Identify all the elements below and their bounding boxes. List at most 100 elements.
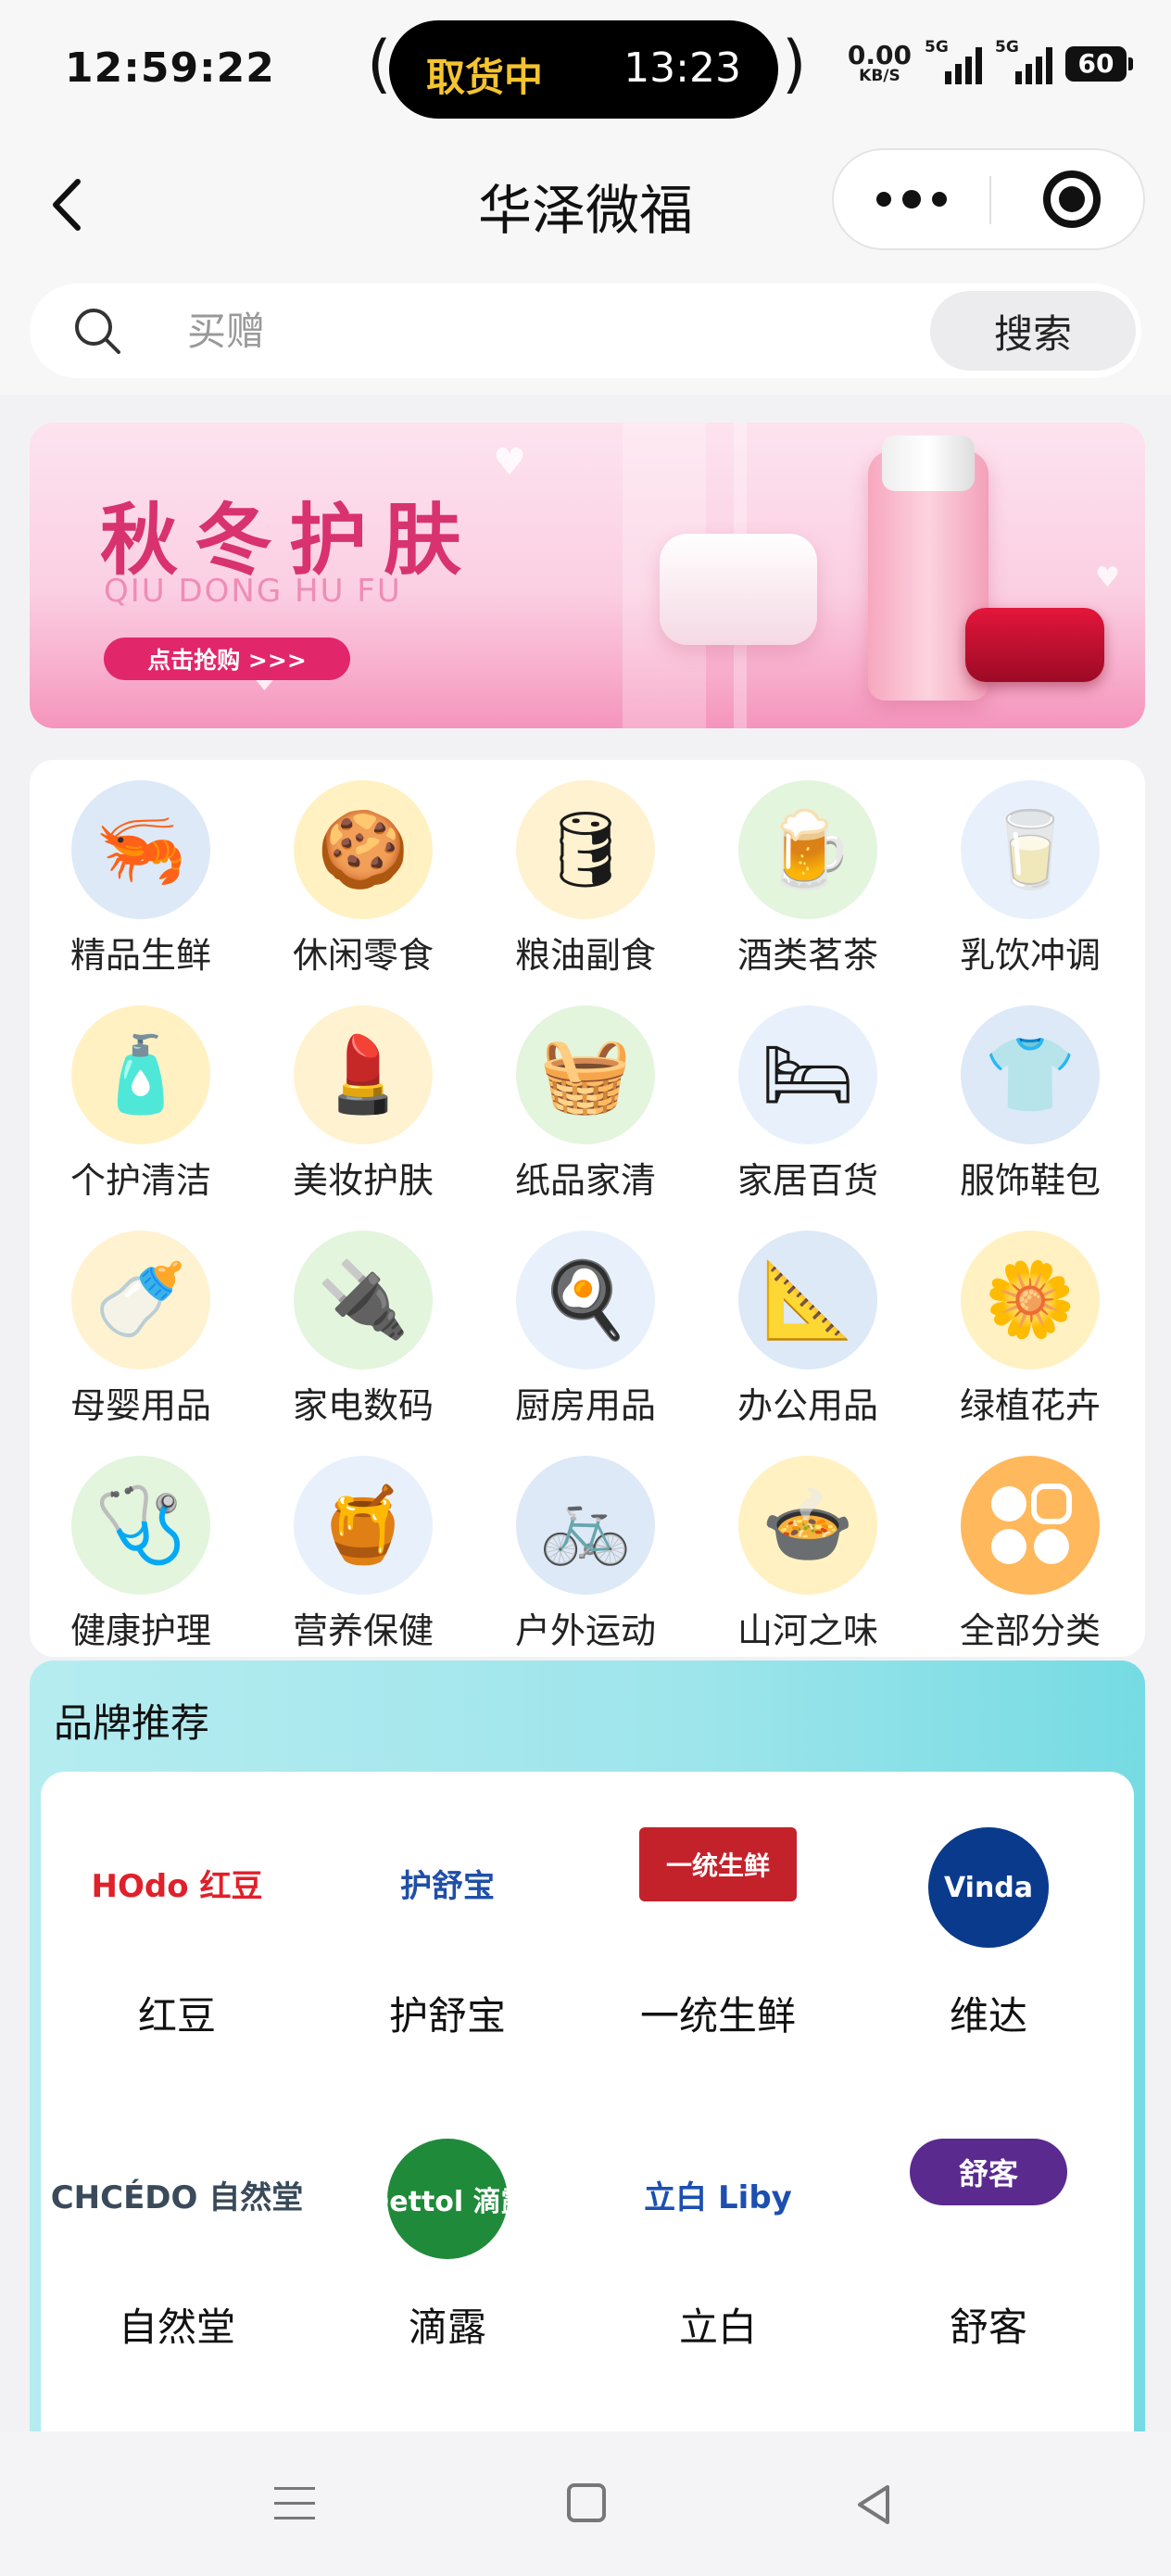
snack-icon: 🍪 (294, 780, 433, 919)
brand-name: 自然堂 (118, 2305, 235, 2350)
search-bar: 搜索 (30, 284, 1141, 378)
category-item[interactable]: 🍯 营养保健 (261, 1445, 465, 1658)
shirt-icon: 👕 (961, 1005, 1100, 1144)
brand-logo-text: Dettol 滴露 (366, 2186, 529, 2218)
category-item[interactable]: 💄 美妆护肤 (261, 994, 465, 1207)
flower-icon: 🌼 (961, 1231, 1100, 1370)
brand-item[interactable]: Vinda 维达 (854, 1772, 1123, 2050)
brand-name: 一统生鲜 (639, 1993, 796, 2039)
category-item[interactable]: 🍪 休闲零食 (261, 769, 465, 982)
category-item[interactable]: 🛢 粮油副食 (484, 769, 687, 982)
brand-logo: 立白 Liby (644, 2139, 792, 2250)
brand-item[interactable]: CHCÉDO 自然堂自然堂 (43, 2083, 311, 2361)
category-item[interactable]: 全部分类 (928, 1445, 1132, 1658)
category-grid: 🦐 精品生鲜 🍪 休闲零食 🛢 粮油副食 🍺 酒类茗茶 🥛 乳饮冲调 🧴 个护清洁 💄 美妆护肤 🧺 纸品家清… (30, 760, 1145, 1657)
brand-item[interactable]: 护舒宝 护舒宝 (313, 1772, 582, 2050)
all-categories-icon (961, 1456, 1100, 1595)
brand-logo: 舒客 (910, 2139, 1067, 2205)
category-item[interactable]: 🛏 家居百货 (706, 994, 910, 1207)
category-label: 精品生鲜 (69, 935, 211, 976)
brand-item[interactable]: HOdo 红豆 红豆 (43, 1772, 311, 2050)
brand-item[interactable]: 立白 Liby 立白 (584, 2083, 852, 2361)
more-icon[interactable] (834, 150, 989, 248)
bicycle-icon: 🚲 (516, 1456, 655, 1595)
category-label: 家电数码 (292, 1385, 434, 1426)
category-item[interactable]: 🩺 健康护理 (39, 1445, 243, 1658)
category-label: 粮油副食 (514, 935, 656, 976)
home-icon[interactable] (567, 2483, 606, 2522)
status-bar: 12:59:22 ( 取货中 13:23 ) 0.00 KB/S 5G 5G 6… (0, 0, 1171, 139)
menu-icon[interactable] (274, 2487, 315, 2524)
banner-cta-button[interactable]: 点击抢购 >>> (104, 638, 350, 680)
signal-icon: 5G (925, 38, 982, 84)
status-indicators: 0.00 KB/S 5G 5G 60 (847, 38, 1133, 85)
baby-icon: 🍼 (71, 1231, 210, 1370)
dynamic-island[interactable]: 取货中 13:23 (389, 20, 778, 119)
seafood-icon: 🦐 (71, 780, 210, 919)
net-speed: 0.00 KB/S (847, 40, 912, 85)
soap-icon: 🧴 (71, 1005, 210, 1144)
brand-name: 立白 (678, 2305, 757, 2350)
brand-name: 舒客 (949, 2305, 1027, 2350)
milk-icon: 🥛 (961, 780, 1100, 919)
brand-item[interactable]: 一统生鲜 一统生鲜 (584, 1772, 852, 2050)
promo-banner[interactable]: ♥ ♥ ♥ 秋冬护肤 QIU DONG HU FU 点击抢购 >>> (30, 423, 1145, 728)
capsule-divider (989, 176, 991, 224)
search-input[interactable] (187, 300, 928, 361)
category-label: 健康护理 (69, 1610, 211, 1651)
category-label: 美妆护肤 (292, 1160, 434, 1201)
brand-logo-text: 舒客 (958, 2156, 1018, 2191)
category-item[interactable]: 👕 服饰鞋包 (928, 994, 1132, 1207)
drink-icon: 🍺 (738, 780, 877, 919)
back-icon[interactable] (852, 2483, 895, 2526)
category-item[interactable]: 🍼 母婴用品 (39, 1219, 243, 1433)
category-label: 家居百货 (737, 1160, 878, 1201)
detergent-icon: 🧺 (516, 1005, 655, 1144)
category-item[interactable]: 🚲 户外运动 (484, 1445, 687, 1658)
nav-bar: 华泽微福 (0, 139, 1171, 269)
heart-icon: ♥ (1095, 562, 1120, 594)
category-item[interactable]: 🦐 精品生鲜 (39, 769, 243, 982)
cosmetic-icon: 💄 (294, 1005, 433, 1144)
category-item[interactable]: 🔌 家电数码 (261, 1219, 465, 1433)
brand-logo-text: CHCÉDO 自然堂 (50, 2178, 304, 2216)
red-cream-jar-image (965, 608, 1104, 682)
soup-icon: 🍲 (738, 1456, 877, 1595)
brand-logo: 一统生鲜 (639, 1827, 797, 1901)
island-time-text: 13:23 (623, 44, 741, 92)
category-item[interactable]: 🌼 绿植花卉 (928, 1219, 1132, 1433)
heart-icon: ♥ (493, 441, 526, 484)
category-label: 母婴用品 (69, 1385, 211, 1426)
mini-program-capsule (832, 148, 1145, 250)
category-item[interactable]: 🧴 个护清洁 (39, 994, 243, 1207)
cream-jar-image (660, 534, 817, 645)
stationery-icon: 📐 (738, 1231, 877, 1370)
status-time: 12:59:22 (65, 44, 275, 92)
category-label: 山河之味 (737, 1610, 878, 1651)
category-label: 休闲零食 (292, 935, 434, 976)
brand-item[interactable]: Dettol 滴露 滴露 (313, 2083, 582, 2361)
brand-logo: HOdo 红豆 (92, 1827, 263, 1938)
kitchen-icon: 🍳 (516, 1231, 655, 1370)
category-label: 营养保健 (292, 1610, 434, 1651)
category-item[interactable]: 🥛 乳饮冲调 (928, 769, 1132, 982)
category-item[interactable]: 📐 办公用品 (706, 1219, 910, 1433)
category-label: 乳饮冲调 (959, 935, 1101, 976)
category-item[interactable]: 🍺 酒类茗茶 (706, 769, 910, 982)
banner-subtitle: QIU DONG HU FU (104, 573, 402, 610)
island-paren-left: ( (367, 28, 392, 101)
category-label: 个护清洁 (69, 1160, 211, 1201)
island-status-text: 取货中 (426, 55, 544, 100)
category-label: 纸品家清 (514, 1160, 656, 1201)
category-item[interactable]: 🍳 厨房用品 (484, 1219, 687, 1433)
category-item[interactable]: 🧺 纸品家清 (484, 994, 687, 1207)
system-navigation-bar (0, 2431, 1171, 2576)
category-item[interactable]: 🍲 山河之味 (706, 1445, 910, 1658)
brand-name: 护舒宝 (388, 1993, 506, 2039)
search-button[interactable]: 搜索 (930, 291, 1136, 371)
brand-name: 维达 (949, 1993, 1027, 2039)
bottle-cap-image (882, 436, 975, 491)
brand-logo: CHCÉDO 自然堂 (51, 2139, 304, 2250)
brand-item[interactable]: 舒客 舒客 (854, 2083, 1123, 2361)
close-miniprogram-icon[interactable] (1043, 170, 1101, 228)
